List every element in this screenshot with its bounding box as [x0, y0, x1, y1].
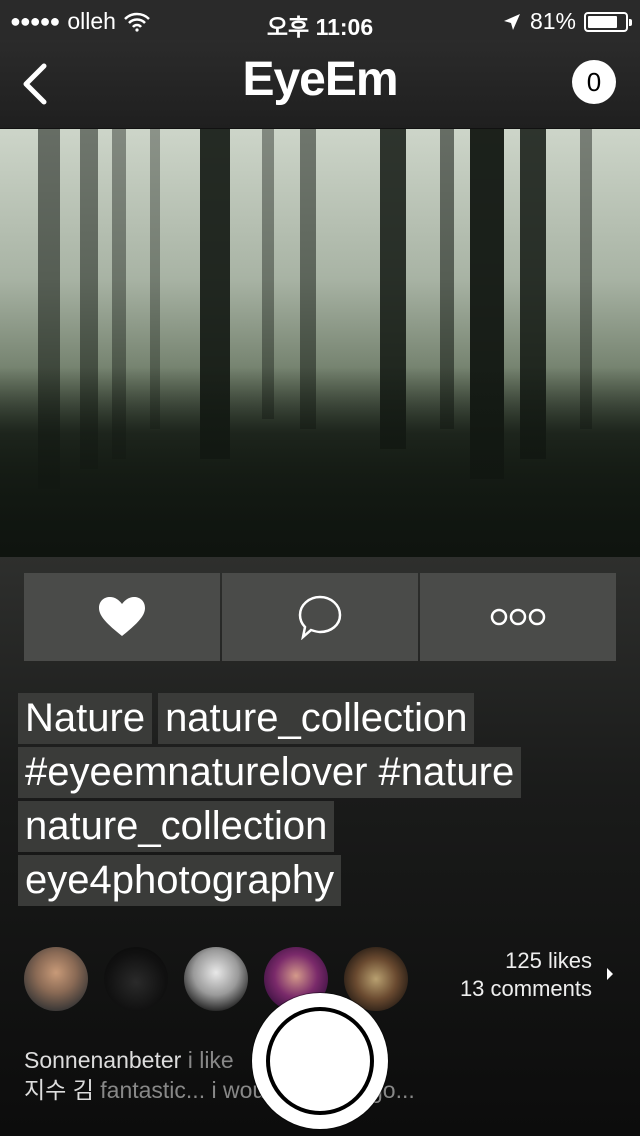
comments-count: 13 comments: [459, 976, 592, 1001]
status-bar: ●●●●● olleh 오후 11:06 81%: [0, 0, 640, 40]
tag-row: #eyeemnaturelover #nature: [18, 747, 628, 801]
avatar[interactable]: [24, 947, 88, 1011]
camera-button[interactable]: [252, 993, 388, 1129]
location-arrow-icon: [503, 13, 520, 30]
tag[interactable]: eye4photography: [18, 855, 342, 906]
avatar[interactable]: [104, 947, 168, 1011]
tag-row: Nature nature_collection: [18, 693, 628, 747]
shutter-ring-icon: [266, 1007, 374, 1115]
more-dots-icon: [490, 608, 546, 626]
chevron-right-icon: [607, 968, 613, 980]
photo-image[interactable]: [0, 129, 640, 557]
action-bar: [24, 573, 616, 661]
heart-icon: [99, 597, 145, 636]
battery-info: 81%: [502, 8, 632, 35]
like-button[interactable]: [24, 573, 220, 661]
navigation-bar: EyeEm 0: [0, 40, 640, 129]
battery-level: [588, 15, 618, 28]
likes-comments-summary[interactable]: 125 likes 13 comments: [460, 947, 592, 1003]
forest-floor: [0, 367, 640, 557]
more-options-button[interactable]: [420, 573, 616, 661]
comment-text: i like: [187, 1047, 234, 1073]
tag-row: eye4photography: [18, 855, 628, 909]
battery-icon: [584, 11, 632, 32]
comment-author[interactable]: Sonnenanbeter: [24, 1047, 181, 1073]
app-title: EyeEm: [242, 53, 398, 106]
tag[interactable]: nature_collection: [158, 693, 475, 744]
comment-author[interactable]: 지수 김: [24, 1077, 94, 1103]
speech-bubble-icon: [298, 595, 342, 640]
tag[interactable]: nature_collection: [18, 801, 335, 852]
tag[interactable]: #eyeemnaturelover #nature: [18, 747, 522, 798]
likes-count: 125 likes: [505, 948, 592, 973]
battery-percent: 81%: [529, 8, 576, 34]
avatar[interactable]: [184, 947, 248, 1011]
comment-button[interactable]: [222, 573, 418, 661]
tag-row: nature_collection: [18, 801, 628, 855]
tag[interactable]: Nature: [18, 693, 153, 744]
notification-badge[interactable]: 0: [572, 60, 616, 104]
tag-list: Nature nature_collection #eyeemnaturelov…: [18, 693, 628, 909]
